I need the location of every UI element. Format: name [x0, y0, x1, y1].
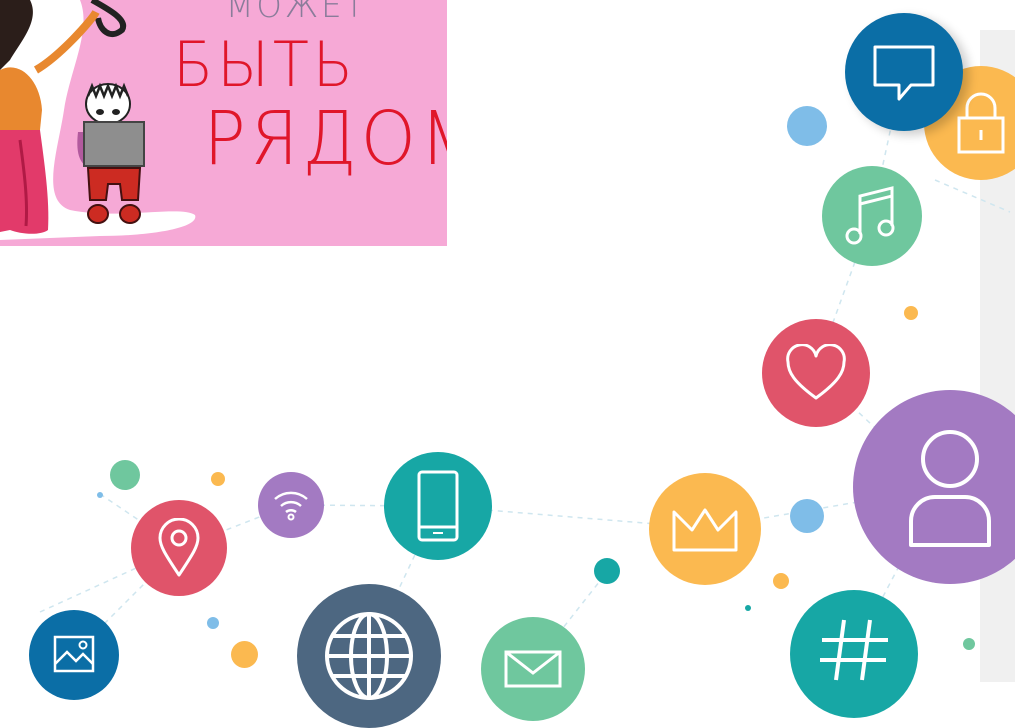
- decor-dot: [963, 638, 975, 650]
- decor-dot: [211, 472, 225, 486]
- poster-text-line2: РЯДОМ: [203, 96, 447, 182]
- hashtag-icon: [790, 590, 918, 718]
- decor-dot: [207, 617, 219, 629]
- globe-icon: [297, 584, 441, 728]
- heart-icon: [762, 319, 870, 427]
- decor-dot: [231, 641, 258, 668]
- decor-dot: [110, 460, 140, 490]
- decor-dot: [790, 499, 824, 533]
- illustration-canvas: МОЖЕТ БЫТЬ РЯДОМ: [0, 0, 1015, 728]
- location-icon: [131, 500, 227, 596]
- mail-icon: [481, 617, 585, 721]
- decor-dot: [773, 573, 789, 589]
- image-icon: [29, 610, 119, 700]
- decor-dot: [787, 106, 827, 146]
- wifi-icon: [258, 472, 324, 538]
- chat-icon: [845, 13, 963, 131]
- poster-text-top: МОЖЕТ: [225, 0, 367, 26]
- child-drawing-poster: МОЖЕТ БЫТЬ РЯДОМ: [0, 0, 447, 246]
- crown-icon: [649, 473, 761, 585]
- decor-dot: [594, 558, 620, 584]
- decor-dot: [745, 605, 751, 611]
- mobile-icon: [384, 452, 492, 560]
- music-icon: [822, 166, 922, 266]
- decor-dot: [904, 306, 918, 320]
- decor-dot: [97, 492, 103, 498]
- poster-text-line1: БЫТЬ: [172, 28, 357, 101]
